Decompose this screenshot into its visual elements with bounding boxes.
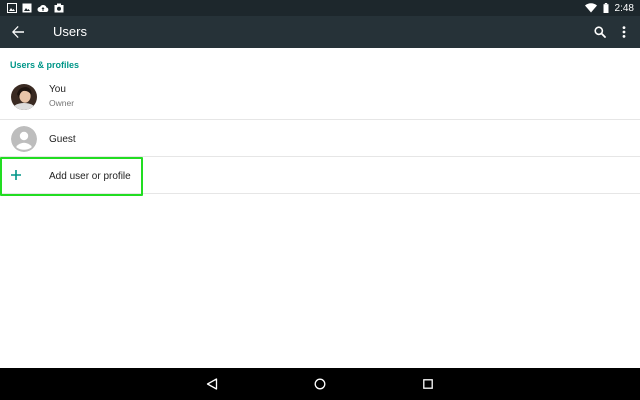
image-icon — [7, 3, 17, 13]
user-item-you[interactable]: You Owner — [0, 76, 640, 120]
user-name: Guest — [49, 134, 76, 145]
highlight-box — [0, 157, 143, 196]
gallery-icon — [22, 3, 32, 13]
status-bar: 2:48 — [0, 0, 640, 16]
nav-home-icon — [314, 378, 326, 390]
settings-screen: 2:48 Users Users & profiles You Owner Gu… — [0, 0, 640, 400]
nav-home-button[interactable] — [312, 376, 328, 392]
user-avatar — [11, 84, 37, 110]
cloud-upload-icon — [37, 5, 49, 12]
app-bar: Users — [0, 16, 640, 48]
user-role: Owner — [49, 98, 75, 108]
back-button[interactable] — [8, 22, 28, 42]
guest-avatar-icon — [11, 126, 37, 152]
arrow-back-icon — [12, 26, 24, 38]
navigation-bar — [0, 368, 640, 400]
section-header: Users & profiles — [10, 60, 80, 70]
system-indicators: 2:48 — [584, 2, 634, 14]
camera-icon — [54, 3, 64, 13]
notification-icons — [7, 3, 64, 13]
search-button[interactable] — [591, 23, 609, 41]
nav-back-icon — [206, 378, 218, 390]
page-title: Users — [53, 24, 87, 39]
search-icon — [594, 26, 606, 38]
user-photo-icon — [11, 84, 37, 110]
user-item-guest[interactable]: Guest — [0, 121, 640, 157]
nav-recents-button[interactable] — [420, 376, 436, 392]
clock: 2:48 — [614, 2, 634, 14]
more-options-button[interactable] — [617, 23, 631, 41]
nav-recents-icon — [423, 379, 433, 389]
wifi-icon — [584, 3, 597, 13]
guest-avatar — [11, 126, 37, 152]
more-vert-icon — [622, 26, 626, 38]
user-name: You — [49, 84, 66, 95]
battery-icon — [603, 3, 609, 13]
nav-back-button[interactable] — [204, 376, 220, 392]
